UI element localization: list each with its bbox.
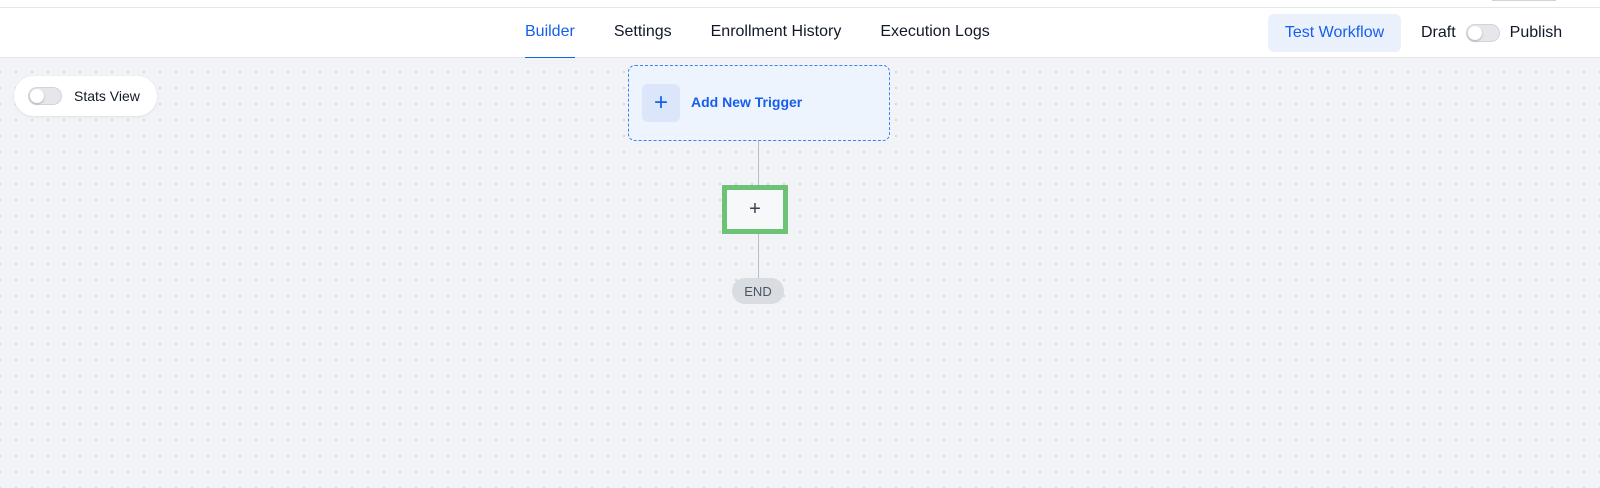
tab-enrollment-history[interactable]: Enrollment History: [711, 8, 842, 58]
top-strip-corner: [1492, 0, 1556, 1]
workflow-header: Builder Settings Enrollment History Exec…: [0, 8, 1600, 59]
add-new-trigger-card[interactable]: + Add New Trigger: [628, 65, 890, 141]
stats-view-control: Stats View: [14, 76, 157, 116]
workflow-canvas[interactable]: Stats View + Add New Trigger + END: [0, 58, 1600, 488]
connector-line-bottom: [758, 234, 759, 278]
publish-label: Publish: [1509, 24, 1563, 41]
tab-execution-logs[interactable]: Execution Logs: [880, 8, 989, 58]
plus-icon: +: [749, 198, 761, 220]
tab-settings[interactable]: Settings: [614, 8, 672, 58]
stats-view-toggle-knob: [30, 89, 44, 103]
plus-icon: +: [642, 84, 680, 122]
workflow-tabs: Builder Settings Enrollment History Exec…: [525, 8, 1029, 59]
tab-builder[interactable]: Builder: [525, 8, 575, 59]
test-workflow-button[interactable]: Test Workflow: [1268, 14, 1401, 52]
end-node: END: [732, 278, 784, 304]
connector-line-top: [758, 141, 759, 185]
publish-toggle[interactable]: [1465, 24, 1500, 42]
add-new-trigger-label: Add New Trigger: [691, 94, 803, 110]
draft-label: Draft: [1421, 24, 1456, 41]
top-strip: [0, 0, 1600, 8]
add-step-button[interactable]: +: [722, 185, 788, 234]
stats-view-label: Stats View: [74, 88, 140, 104]
publish-control: Draft Publish: [1421, 8, 1562, 58]
stats-view-toggle[interactable]: [28, 87, 62, 105]
publish-toggle-knob: [1467, 26, 1482, 40]
